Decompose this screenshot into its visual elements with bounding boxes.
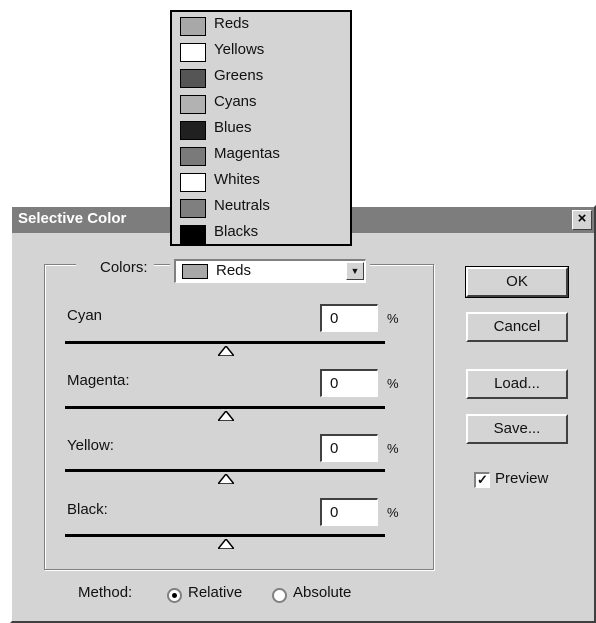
whites-swatch <box>180 173 206 192</box>
colors-dropdown-list: Reds Yellows Greens Cyans Blues Magentas… <box>170 10 352 246</box>
dropdown-item-label: Neutrals <box>214 197 270 214</box>
dropdown-item-label: Blacks <box>214 223 259 240</box>
absolute-label[interactable]: Absolute <box>293 584 351 601</box>
blacks-swatch <box>180 225 206 244</box>
colors-label: Colors: <box>76 259 154 276</box>
dropdown-item-label: Yellows <box>214 41 265 58</box>
selective-color-dialog: Selective Color × Colors: Reds ▼ Cyan 0 … <box>10 205 596 623</box>
magenta-label: Magenta: <box>67 372 130 389</box>
yellow-percent: % <box>387 441 399 456</box>
yellow-slider-track[interactable] <box>65 469 385 472</box>
load-button[interactable]: Load... <box>466 369 568 399</box>
dropdown-item-blacks[interactable]: Blacks <box>172 222 350 248</box>
yellow-label: Yellow: <box>67 437 114 454</box>
dialog-title: Selective Color <box>18 210 127 227</box>
dropdown-item-yellows[interactable]: Yellows <box>172 40 350 66</box>
greens-swatch <box>180 69 206 88</box>
dropdown-item-label: Whites <box>214 171 260 188</box>
cyan-slider-thumb[interactable] <box>218 346 234 356</box>
cyan-percent: % <box>387 311 399 326</box>
reds-swatch <box>180 17 206 36</box>
black-label: Black: <box>67 501 108 518</box>
method-label: Method: <box>78 584 133 601</box>
dropdown-item-greens[interactable]: Greens <box>172 66 350 92</box>
cancel-button[interactable]: Cancel <box>466 312 568 342</box>
dropdown-item-cyans[interactable]: Cyans <box>172 92 350 118</box>
dropdown-item-label: Blues <box>214 119 252 136</box>
absolute-radio[interactable] <box>272 588 287 603</box>
magentas-swatch <box>180 147 206 166</box>
relative-radio[interactable] <box>167 588 182 603</box>
preview-checkbox[interactable]: ✓ <box>474 472 490 488</box>
dropdown-item-label: Magentas <box>214 145 280 162</box>
dropdown-item-neutrals[interactable]: Neutrals <box>172 196 350 222</box>
selected-color-swatch <box>182 264 208 279</box>
magenta-slider-thumb[interactable] <box>218 411 234 421</box>
blues-swatch <box>180 121 206 140</box>
relative-label[interactable]: Relative <box>188 584 242 601</box>
dropdown-item-magentas[interactable]: Magentas <box>172 144 350 170</box>
cyan-input[interactable]: 0 <box>320 304 378 332</box>
yellows-swatch <box>180 43 206 62</box>
cyan-label: Cyan <box>67 307 103 324</box>
preview-label[interactable]: Preview <box>495 470 548 487</box>
colors-select-value: Reds <box>216 262 252 279</box>
dropdown-item-whites[interactable]: Whites <box>172 170 350 196</box>
dropdown-item-label: Cyans <box>214 93 257 110</box>
magenta-percent: % <box>387 376 399 391</box>
dropdown-item-label: Reds <box>214 15 250 32</box>
ok-button[interactable]: OK <box>465 266 569 298</box>
chevron-down-icon[interactable]: ▼ <box>346 262 364 280</box>
dropdown-item-reds[interactable]: Reds <box>172 14 350 40</box>
black-input[interactable]: 0 <box>320 498 378 526</box>
colors-select[interactable]: Reds ▼ <box>170 255 370 287</box>
black-slider-thumb[interactable] <box>218 539 234 549</box>
dropdown-item-blues[interactable]: Blues <box>172 118 350 144</box>
black-slider-track[interactable] <box>65 534 385 537</box>
magenta-slider-track[interactable] <box>65 406 385 409</box>
dropdown-item-label: Greens <box>214 67 264 84</box>
magenta-input[interactable]: 0 <box>320 369 378 397</box>
yellow-input[interactable]: 0 <box>320 434 378 462</box>
close-icon[interactable]: × <box>572 210 592 230</box>
save-button[interactable]: Save... <box>466 414 568 444</box>
yellow-slider-thumb[interactable] <box>218 474 234 484</box>
black-percent: % <box>387 505 399 520</box>
neutrals-swatch <box>180 199 206 218</box>
cyans-swatch <box>180 95 206 114</box>
cyan-slider-track[interactable] <box>65 341 385 344</box>
